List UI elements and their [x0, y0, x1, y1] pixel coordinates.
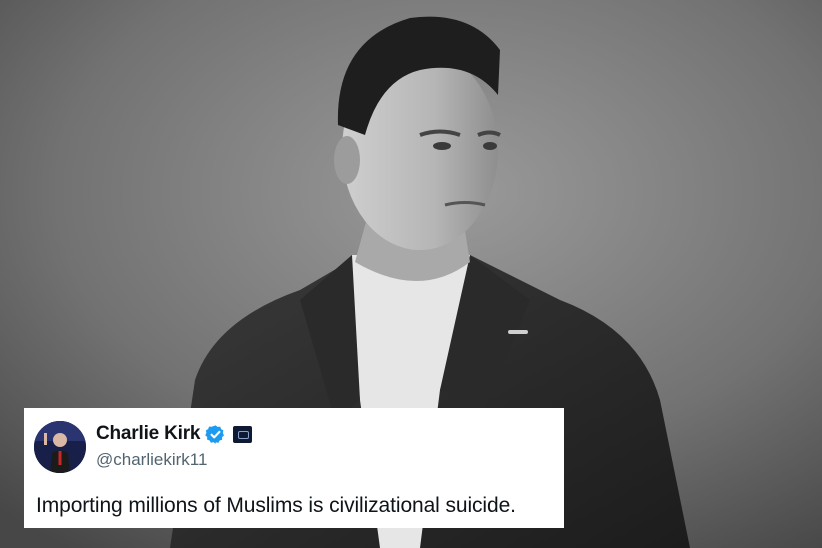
author-row: Charlie Kirk [96, 422, 253, 446]
avatar[interactable] [34, 421, 86, 473]
author-name[interactable]: Charlie Kirk [96, 423, 200, 445]
tweet-card[interactable]: Charlie Kirk @charliekirk11 Importing mi… [24, 408, 564, 528]
author-handle[interactable]: @charliekirk11 [96, 450, 207, 470]
verified-badge-icon [205, 424, 226, 445]
affiliate-badge-icon [233, 425, 253, 443]
tweet-text: Importing millions of Muslims is civiliz… [36, 494, 516, 517]
